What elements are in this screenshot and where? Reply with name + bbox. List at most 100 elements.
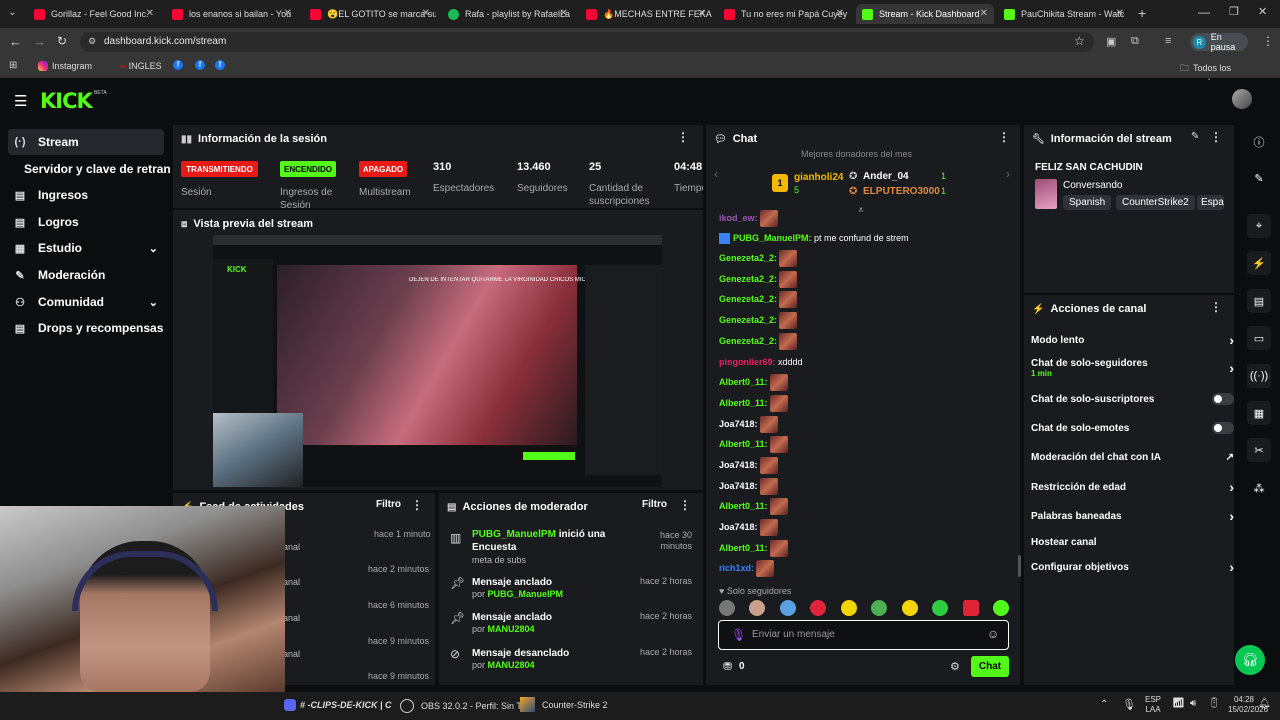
chat-send-button[interactable]: Chat [971, 656, 1009, 677]
puzzle-extensions-icon[interactable]: ⧉ [1131, 35, 1139, 48]
browser-tab[interactable]: 😮EL GOTITO se marca su ✕ [304, 4, 436, 24]
facebook-bookmark-icon[interactable]: f [173, 60, 183, 70]
back-icon[interactable]: ← [9, 34, 22, 49]
emote-picker-icon[interactable] [871, 600, 888, 616]
edit-icon[interactable]: ✎ [1247, 166, 1271, 190]
channel-action-goals[interactable]: Configurar objetivos › [1031, 559, 1234, 575]
mod-action-row[interactable]: ▥ PUBG_ManuelPM inició una Encuesta meta… [446, 528, 698, 568]
tab-search-icon[interactable]: ⌄ [8, 7, 16, 18]
sidebar-item-drops[interactable]: ▤ Drops y recompensas [8, 315, 164, 341]
channel-action-followers-only[interactable]: Chat de solo-seguidores 1 min › [1031, 358, 1234, 380]
chat-username[interactable]: Genezeta2_2: [719, 336, 777, 346]
emote-picker-icon[interactable] [901, 600, 918, 616]
browser-tab[interactable]: 🔥MECHAS ENTRE FEKA (✕ [580, 4, 712, 24]
reading-list-icon[interactable]: ≡ [1165, 35, 1171, 47]
chat-username[interactable]: Albert0_11: [719, 439, 768, 449]
emotes-only-toggle[interactable] [1212, 422, 1234, 434]
emote-picker-icon[interactable] [932, 600, 949, 616]
chat-username[interactable]: Joa7418: [719, 460, 758, 470]
close-tab-icon[interactable]: ✕ [836, 8, 844, 19]
points-icon[interactable]: ⛃ [723, 660, 732, 673]
donors-prev-icon[interactable]: ‹ [714, 167, 718, 181]
stream-preview-video[interactable]: KICK DEJEN DE INTENTAR QUITARME LA VIRGI… [213, 235, 662, 487]
kebab-menu-icon[interactable]: ⋮ [998, 130, 1010, 144]
notification-bell-icon[interactable]: 🔔︎ [1258, 698, 1271, 709]
collapse-donors-icon[interactable]: ⩡ [858, 205, 864, 216]
language-indicator[interactable]: ESP LAA [1145, 695, 1161, 715]
donor-name[interactable]: ELPUTERO3000 [863, 186, 940, 197]
browser-menu-icon[interactable]: ⋮ [1262, 34, 1274, 48]
close-tab-icon[interactable]: ✕ [146, 8, 154, 19]
donors-next-icon[interactable]: › [1006, 167, 1010, 181]
lightning-rail-icon[interactable]: ⚡ [1247, 251, 1271, 275]
browser-tab[interactable]: Tu no eres mi Papá Cuyey ✕ [718, 4, 850, 24]
close-tab-icon[interactable]: ✕ [560, 8, 568, 19]
tray-chevron-up-icon[interactable]: ⌃ [1100, 699, 1108, 710]
volume-icon[interactable]: 🔊︎ [1190, 698, 1196, 709]
channel-action-subs-only[interactable]: Chat de solo-suscriptores [1031, 391, 1234, 407]
channel-action-slow-mode[interactable]: Modo lento › [1031, 332, 1234, 348]
chat-username[interactable]: Genezeta2_2: [719, 294, 777, 304]
taskbar-app-cs2[interactable]: Counter-Strike 2 [520, 697, 608, 712]
tools-icon[interactable]: ✂ [1247, 438, 1271, 462]
mic-icon[interactable]: 🎙︎ [731, 628, 746, 642]
close-tab-icon[interactable]: ✕ [698, 8, 706, 19]
sidebar-item-estudio[interactable]: ▦ Estudio ⌄ [8, 235, 164, 261]
browser-tab[interactable]: PauChikita Stream - Watc ✕ [998, 4, 1130, 24]
taskbar-app-obs[interactable]: OBS 32.0.2 - Perfil: Sin T [400, 699, 522, 713]
profile-button[interactable]: R En pausa [1190, 32, 1248, 52]
close-tab-icon[interactable]: ✕ [980, 8, 988, 19]
kebab-menu-icon[interactable]: ⋮ [1210, 300, 1222, 314]
kebab-menu-icon[interactable]: ⋮ [411, 498, 423, 512]
mod-action-user[interactable]: PUBG_ManuelPM [472, 529, 556, 540]
mod-action-user[interactable]: MANU2804 [488, 624, 535, 634]
kebab-menu-icon[interactable]: ⋮ [677, 130, 689, 144]
channel-action-host[interactable]: Hostear canal [1031, 534, 1231, 550]
support-headset-button[interactable]: 🎧︎ [1235, 645, 1265, 675]
channel-action-ai-moderation[interactable]: Moderación del chat con IA ↗ [1031, 449, 1234, 465]
chat-username[interactable]: Joa7418: [719, 522, 758, 532]
emote-picker-icon[interactable] [840, 600, 857, 616]
info-icon[interactable]: ⓘ [1247, 130, 1271, 154]
reload-icon[interactable]: ↻ [57, 34, 67, 48]
chat-username[interactable]: rich1xd: [719, 563, 754, 573]
chat-username[interactable]: Albert0_11: [719, 398, 768, 408]
mod-action-user[interactable]: PUBG_ManuelPM [488, 589, 564, 599]
close-tab-icon[interactable]: ✕ [422, 8, 430, 19]
browser-tab[interactable]: los enanos si bailan - You ✕ [166, 4, 298, 24]
taskbar-app-discord[interactable]: # -CLIPS-DE-KICK | C [284, 699, 392, 711]
chat-settings-icon[interactable]: ⚙ [950, 660, 960, 673]
emote-picker-icon[interactable] [719, 600, 735, 616]
close-window-icon[interactable]: ✕ [1258, 5, 1267, 18]
mod-action-user[interactable]: MANU2804 [488, 660, 535, 670]
facebook-bookmark-icon[interactable]: f [195, 60, 205, 70]
chat-username[interactable]: Albert0_11: [719, 543, 768, 553]
close-tab-icon[interactable]: ✕ [284, 8, 292, 19]
chat-rail-icon[interactable]: ▭ [1247, 326, 1271, 350]
user-avatar[interactable] [1232, 89, 1252, 109]
forward-icon[interactable]: → [33, 34, 46, 49]
sidebar-item-logros[interactable]: ▤ Logros [8, 209, 164, 235]
battery-icon[interactable]: 🔋︎ [1208, 698, 1221, 709]
emote-picker-icon[interactable] [962, 600, 979, 616]
layout-icon[interactable]: ▦ [1247, 401, 1271, 425]
restore-icon[interactable]: ❐ [1229, 5, 1239, 18]
sidebar-item-comunidad[interactable]: ⚇ Comunidad ⌄ [8, 289, 164, 315]
chat-input[interactable]: 🎙︎ Enviar un mensaje ☺ [718, 620, 1009, 650]
mod-action-row[interactable]: 📌︎ Mensaje anclado por MANU2804 hace 2 h… [446, 611, 698, 637]
chat-username[interactable]: ikod_ew: [719, 213, 758, 223]
mod-action-row[interactable]: 📌︎ Mensaje anclado por PUBG_ManuelPM hac… [446, 576, 698, 602]
chat-username[interactable]: Genezeta2_2: [719, 253, 777, 263]
clock[interactable]: 04:28 15/02/2026 [1228, 695, 1268, 715]
site-info-icon[interactable]: ⚙ [88, 36, 96, 47]
channel-action-banned-words[interactable]: Palabras baneadas › [1031, 508, 1234, 524]
bookmark-star-icon[interactable]: ☆ [1074, 34, 1085, 48]
browser-tab[interactable]: Rafa - playlist by RafaelLa ✕ [442, 4, 574, 24]
emoji-icon[interactable]: ☺ [987, 627, 999, 641]
chat-username[interactable]: Albert0_11: [719, 377, 768, 387]
apps-grid-icon[interactable]: ⊞ [9, 60, 17, 71]
emote-picker-icon[interactable] [749, 600, 766, 616]
subs-only-toggle[interactable] [1212, 393, 1234, 405]
chat-username[interactable]: Albert0_11: [719, 501, 768, 511]
chat-username[interactable]: Joa7418: [719, 481, 758, 491]
